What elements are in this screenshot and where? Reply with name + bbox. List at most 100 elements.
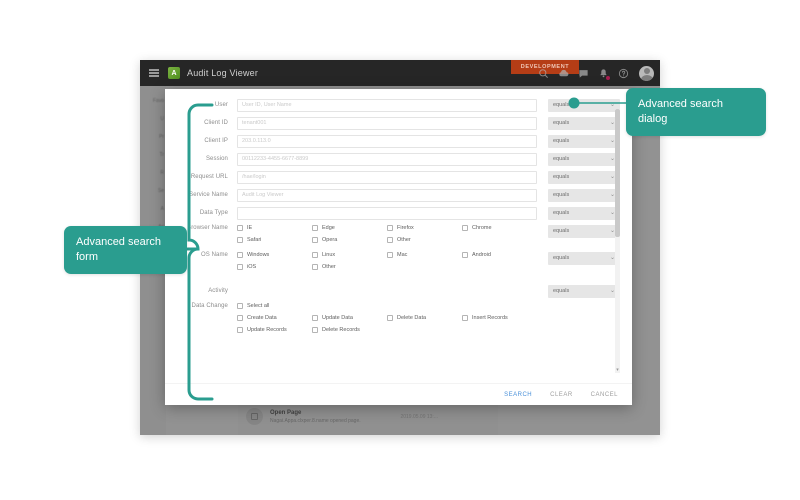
app-title: Audit Log Viewer	[187, 68, 259, 78]
checkbox-box	[387, 225, 393, 231]
avatar-icon[interactable]	[639, 65, 654, 81]
field-row-os-name: OS Name Windows Linux Mac Android iOS Ot…	[177, 252, 620, 276]
operator-value: equals	[553, 255, 570, 262]
session-input[interactable]	[237, 153, 537, 166]
checkbox-browser-chrome[interactable]: Chrome	[462, 225, 537, 231]
chat-icon[interactable]	[578, 68, 589, 79]
checkbox-box	[312, 225, 318, 231]
checkbox-box	[237, 327, 243, 333]
checkbox-box	[312, 327, 318, 333]
dialog-footer: SEARCH CLEAR CANCEL	[165, 383, 632, 405]
session-operator-select[interactable]: equals ⌄	[548, 153, 620, 166]
checkbox-browser-edge[interactable]: Edge	[312, 225, 387, 231]
clear-button[interactable]: CLEAR	[550, 392, 573, 398]
cloud-icon[interactable]	[558, 68, 569, 79]
checkbox-label: Select all	[247, 303, 270, 309]
checkbox-os-ios[interactable]: iOS	[237, 264, 312, 270]
checkbox-browser-firefox[interactable]: Firefox	[387, 225, 462, 231]
checkbox-label: Other	[322, 264, 336, 270]
data-type-input[interactable]	[237, 207, 537, 220]
checkbox-browser-safari[interactable]: Safari	[237, 237, 312, 243]
service-name-input[interactable]	[237, 189, 537, 202]
search-icon[interactable]	[538, 68, 549, 79]
checkbox-browser-other[interactable]: Other	[387, 237, 462, 243]
dialog-body: User equals ⌄ Client ID equals ⌄	[165, 89, 632, 383]
request-url-input[interactable]	[237, 171, 537, 184]
browser-checkbox-group: IE Edge Firefox Chrome Safari Opera Othe…	[237, 225, 537, 249]
checkbox-label: Linux	[322, 252, 336, 258]
checkbox-os-linux[interactable]: Linux	[312, 252, 387, 258]
browser-operator-select[interactable]: equals ⌄	[548, 225, 620, 238]
checkbox-os-android[interactable]: Android	[462, 252, 537, 258]
advanced-search-dialog: User equals ⌄ Client ID equals ⌄	[165, 89, 632, 405]
notification-badge	[605, 74, 611, 81]
field-row-user: User equals ⌄	[177, 99, 620, 112]
callout-leader-form	[186, 103, 226, 401]
cancel-button[interactable]: CANCEL	[591, 392, 618, 398]
activity-operator-select[interactable]: equals ⌄	[548, 285, 620, 298]
checkbox-box	[387, 252, 393, 258]
app-topbar: A Audit Log Viewer DEVELOPMENT	[140, 60, 660, 86]
checkbox-label: Windows	[247, 252, 270, 258]
checkbox-box	[462, 225, 468, 231]
checkbox-label: Mac	[397, 252, 408, 258]
checkbox-box	[237, 225, 243, 231]
checkbox-label: Other	[397, 237, 411, 243]
checkbox-insert-records[interactable]: Insert Records	[462, 315, 537, 321]
checkbox-os-mac[interactable]: Mac	[387, 252, 462, 258]
checkbox-box	[312, 264, 318, 270]
clipped-checkbox-row: Update Records Delete Records	[237, 327, 537, 334]
checkbox-box	[387, 237, 393, 243]
screenshot-stage: A Audit Log Viewer DEVELOPMENT User User…	[0, 0, 800, 500]
checkbox-box	[462, 252, 468, 258]
checkbox-os-other[interactable]: Other	[312, 264, 387, 270]
request-url-operator-select[interactable]: equals ⌄	[548, 171, 620, 184]
data-change-checkbox-group: Select all Create Data Update Data Delet…	[237, 303, 537, 334]
checkbox-delete-data[interactable]: Delete Data	[387, 315, 462, 321]
search-button[interactable]: SEARCH	[504, 392, 532, 398]
checkbox-label: Create Data	[247, 315, 277, 321]
data-change-operator-placeholder	[548, 303, 620, 316]
checkbox-label: Android	[472, 252, 491, 258]
hamburger-icon[interactable]	[149, 69, 159, 77]
bell-icon[interactable]	[598, 68, 611, 81]
field-row-browser-name: Browser Name IE Edge Firefox Chrome Safa…	[177, 225, 620, 249]
client-id-operator-select[interactable]: equals ⌄	[548, 117, 620, 130]
app-logo-icon: A	[168, 67, 180, 79]
topbar-icon-group	[538, 60, 654, 86]
client-id-input[interactable]	[237, 117, 537, 130]
checkbox-label: IE	[247, 225, 253, 231]
checkbox-label: Chrome	[472, 225, 492, 231]
client-ip-operator-select[interactable]: equals ⌄	[548, 135, 620, 148]
checkbox-os-windows[interactable]: Windows	[237, 252, 312, 258]
operator-value: equals	[553, 192, 570, 199]
service-name-operator-select[interactable]: equals ⌄	[548, 189, 620, 202]
operator-value: equals	[553, 120, 570, 127]
checkbox-update-data[interactable]: Update Data	[312, 315, 387, 321]
scroll-down-arrow-icon[interactable]: ▾	[615, 368, 620, 373]
dialog-scrollbar[interactable]: ▾	[615, 109, 620, 373]
field-row-session: Session equals ⌄	[177, 153, 620, 166]
data-type-operator-select[interactable]: equals ⌄	[548, 207, 620, 220]
checkbox-label: Insert Records	[472, 315, 508, 321]
checkbox-box	[237, 237, 243, 243]
checkbox-browser-opera[interactable]: Opera	[312, 237, 387, 243]
checkbox-delete-records[interactable]: Delete Records	[312, 327, 387, 333]
checkbox-box	[312, 252, 318, 258]
field-row-service-name: Service Name equals ⌄	[177, 189, 620, 202]
field-row-client-id: Client ID equals ⌄	[177, 117, 620, 130]
os-operator-select[interactable]: equals ⌄	[548, 252, 620, 265]
user-input[interactable]	[237, 99, 537, 112]
scrollbar-thumb[interactable]	[615, 109, 620, 237]
checkbox-select-all[interactable]: Select all	[237, 303, 537, 309]
checkbox-update-records[interactable]: Update Records	[237, 327, 312, 333]
checkbox-box	[237, 303, 243, 309]
client-ip-input[interactable]	[237, 135, 537, 148]
callout-advanced-search-form: Advanced search form	[64, 226, 187, 274]
checkbox-create-data[interactable]: Create Data	[237, 315, 312, 321]
field-row-activity: Activity equals ⌄	[177, 285, 620, 298]
checkbox-browser-ie[interactable]: IE	[237, 225, 312, 231]
checkbox-label: Delete Data	[397, 315, 427, 321]
help-icon[interactable]	[618, 68, 629, 79]
callout-advanced-search-dialog: Advanced search dialog	[626, 88, 766, 136]
